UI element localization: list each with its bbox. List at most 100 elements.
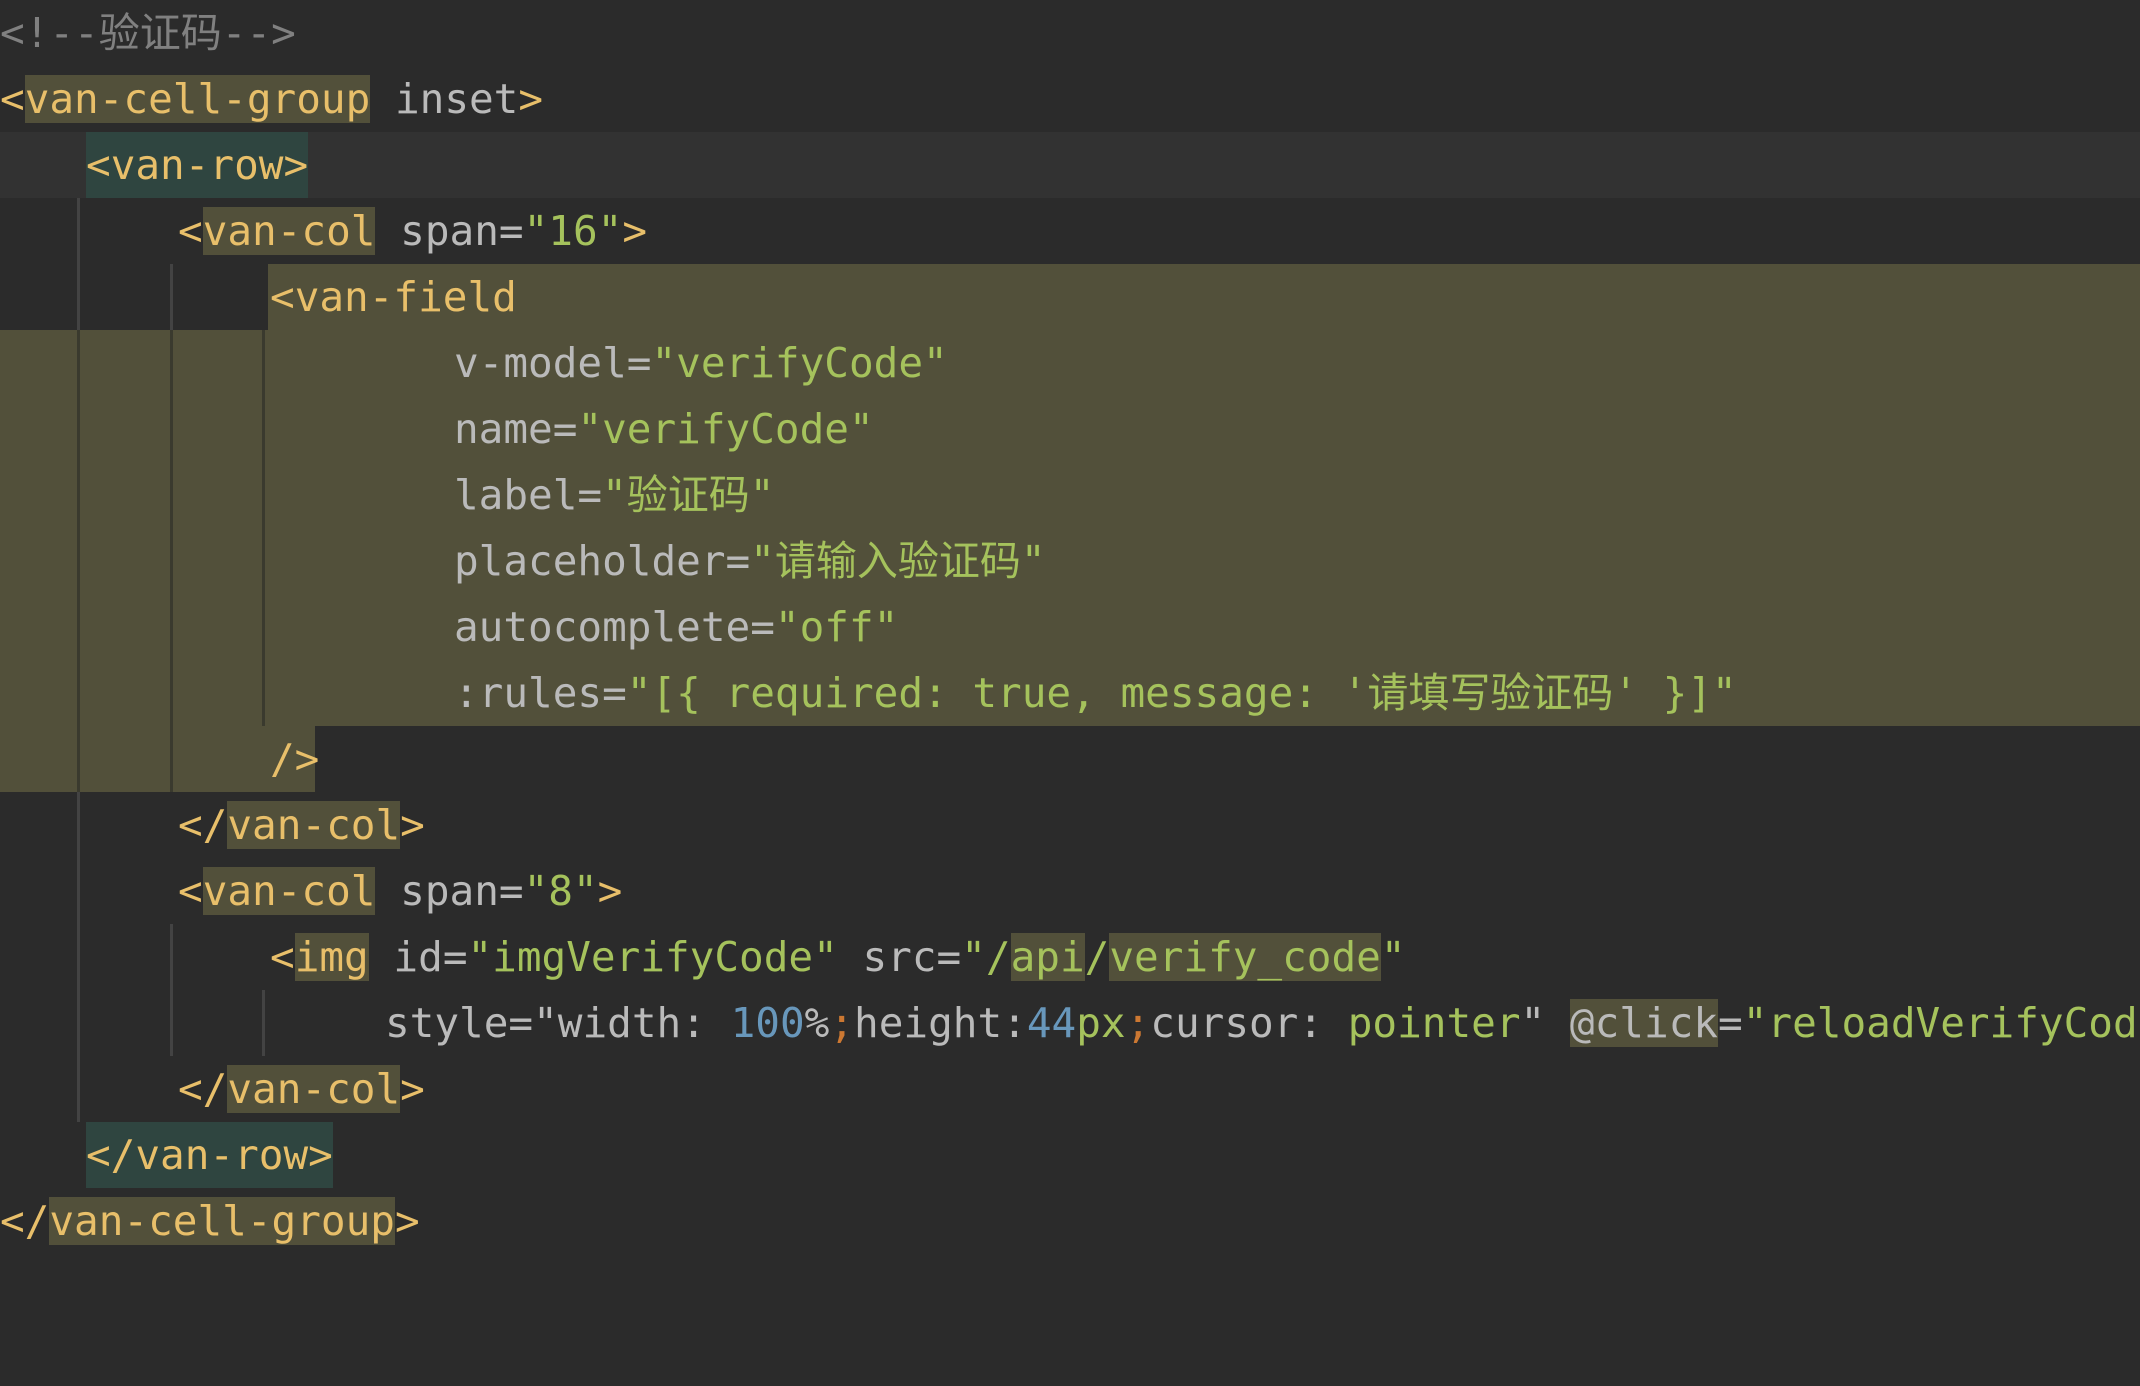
indent-guide (77, 660, 80, 726)
code-line-3[interactable]: <van-row> (0, 132, 2140, 198)
code-line-7[interactable]: name="verifyCode" (0, 396, 2140, 462)
css-unit: % (804, 999, 830, 1047)
code-line-18[interactable]: </van-row> (0, 1122, 2140, 1188)
line-code: v-model="verifyCode" (454, 330, 948, 396)
event-attribute-highlight: @click (1569, 999, 1719, 1047)
css-property: width: (557, 999, 731, 1047)
attribute-name: autocomplete (454, 603, 751, 651)
code-editor[interactable]: <!--验证码--> <van-cell-group inset> <van-r… (0, 0, 2140, 1260)
attribute-name: label (454, 471, 578, 519)
line-code: autocomplete="off" (454, 594, 898, 660)
tag-bracket: </ (0, 1197, 50, 1245)
attribute-value: "verifyCode" (651, 339, 948, 387)
code-line-11[interactable]: :rules="[{ required: true, message: '请填写… (0, 660, 2140, 726)
line-code: <van-field (270, 264, 517, 330)
path-segment-highlight: verify_code (1109, 933, 1381, 981)
equals-sign: = (552, 405, 578, 453)
css-semicolon: ; (829, 999, 855, 1047)
code-line-13[interactable]: </van-col> (0, 792, 2140, 858)
code-line-17[interactable]: </van-col> (0, 1056, 2140, 1122)
indent-guide (170, 594, 173, 660)
tag-name: van-col (202, 207, 376, 255)
indent-guide (77, 792, 80, 858)
css-number: 100 (730, 999, 805, 1047)
line-code: </van-row> (86, 1122, 333, 1188)
tag-bracket: < (178, 207, 203, 255)
attribute-name: style (385, 999, 509, 1047)
code-line-2[interactable]: <van-cell-group inset> (0, 66, 2140, 132)
tag-bracket: < (270, 273, 295, 321)
line-code: <van-cell-group inset> (0, 66, 543, 132)
tag-name: van-col (202, 867, 376, 915)
equals-sign: = (936, 933, 962, 981)
tag-bracket: < (178, 867, 203, 915)
tag-bracket: </ (178, 1065, 228, 1113)
code-line-9[interactable]: placeholder="请输入验证码" (0, 528, 2140, 594)
attribute-value: "off" (774, 603, 899, 651)
attribute-name: :rules (454, 669, 603, 717)
attribute-value: "reloadVerifyCode" (1742, 999, 2140, 1047)
equals-sign: = (498, 207, 524, 255)
code-line-10[interactable]: autocomplete="off" (0, 594, 2140, 660)
line-code: placeholder="请输入验证码" (454, 528, 1046, 594)
equals-sign: = (1718, 999, 1743, 1047)
tag-bracket: < (270, 933, 295, 981)
attribute-value: "imgVerifyCode" (467, 933, 838, 981)
tag-name: img (294, 933, 369, 981)
attribute-value: " (1520, 999, 1546, 1047)
tag-bracket: </ (86, 1131, 136, 1179)
equals-sign: = (602, 669, 627, 717)
tag-name: van-field (294, 273, 517, 321)
css-property: height: (854, 999, 1027, 1047)
selection-highlight (0, 726, 315, 792)
tag-bracket: > (400, 801, 425, 849)
line-code: </van-col> (178, 1056, 425, 1122)
tag-bracket: > (518, 75, 544, 123)
indent-guide (262, 462, 265, 528)
equals-sign: = (442, 933, 468, 981)
attribute-value: / (1084, 933, 1110, 981)
css-number: 44 (1026, 999, 1077, 1047)
code-line-1[interactable]: <!--验证码--> (0, 0, 2140, 66)
indent-guide (262, 660, 265, 726)
code-line-19[interactable]: </van-cell-group> (0, 1188, 2140, 1254)
line-code: </van-col> (178, 792, 425, 858)
code-line-15[interactable]: <img id="imgVerifyCode" src="/api/verify… (0, 924, 2140, 990)
tag-name: van-row (135, 1131, 309, 1179)
line-code: <van-col span="8"> (178, 858, 622, 924)
tag-name: van-cell-group (24, 75, 371, 123)
code-line-12[interactable]: /> (0, 726, 2140, 792)
code-line-6[interactable]: v-model="verifyCode" (0, 330, 2140, 396)
indent-guide (170, 990, 173, 1056)
attribute-value: " (1380, 933, 1406, 981)
line-code: :rules="[{ required: true, message: '请填写… (454, 660, 1737, 726)
indent-guide (170, 330, 173, 396)
attribute-name: span (375, 207, 499, 255)
attribute-value: "verifyCode" (577, 405, 874, 453)
indent-guide (262, 990, 265, 1056)
indent-guide (262, 330, 265, 396)
html-comment: <!--验证码--> (0, 9, 296, 57)
indent-guide (170, 264, 173, 330)
attribute-name: v-model (454, 339, 627, 387)
tag-bracket: < (86, 141, 111, 189)
attribute-name: src (837, 933, 937, 981)
selection-highlight (268, 264, 2140, 330)
equals-sign: = (750, 603, 775, 651)
indent-guide (170, 462, 173, 528)
indent-guide (77, 462, 80, 528)
indent-guide (170, 726, 173, 792)
attribute-value: "验证码" (602, 471, 775, 519)
code-line-16[interactable]: style="width: 100%;height:44px;cursor: p… (0, 990, 2140, 1056)
indent-guide (77, 396, 80, 462)
css-semicolon: ; (1125, 999, 1151, 1047)
code-line-4[interactable]: <van-col span="16"> (0, 198, 2140, 264)
attribute-name: id (368, 933, 443, 981)
indent-guide (77, 528, 80, 594)
line-code: name="verifyCode" (454, 396, 874, 462)
indent-guide (77, 264, 80, 330)
code-line-8[interactable]: label="验证码" (0, 462, 2140, 528)
code-line-5[interactable]: <van-field (0, 264, 2140, 330)
attribute-value: "8" (523, 867, 598, 915)
code-line-14[interactable]: <van-col span="8"> (0, 858, 2140, 924)
